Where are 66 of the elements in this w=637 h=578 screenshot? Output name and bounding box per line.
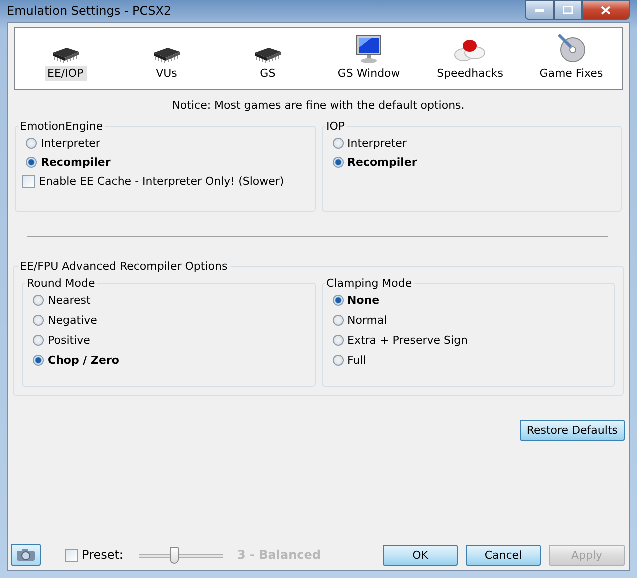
radio-icon[interactable] <box>33 315 44 326</box>
pills-icon <box>453 38 488 64</box>
radio-icon[interactable] <box>33 355 44 366</box>
screenshot-button[interactable] <box>11 544 41 566</box>
minimize-icon <box>535 8 544 12</box>
option-label: Interpreter <box>41 137 100 150</box>
option-label: Positive <box>48 334 90 347</box>
dialog-button[interactable]: OK <box>383 544 458 566</box>
disc-icon <box>555 32 588 64</box>
preset-reading: 3 - Balanced <box>237 548 321 562</box>
radio-icon[interactable] <box>26 138 37 149</box>
radio-option[interactable]: None <box>328 294 608 307</box>
radio-option[interactable]: Extra + Preserve Sign <box>328 334 608 347</box>
settings-tab[interactable]: GS Window <box>318 28 420 89</box>
settings-tab[interactable]: VUs <box>116 28 218 89</box>
radio-icon[interactable] <box>33 335 44 346</box>
radio-icon[interactable] <box>332 355 344 366</box>
settings-tab[interactable]: Speedhacks <box>420 28 521 89</box>
radio-option[interactable]: Chop / Zero <box>29 354 308 367</box>
preset-label: Preset: <box>82 548 124 562</box>
radio-icon[interactable] <box>26 157 37 168</box>
maximize-icon <box>563 6 573 14</box>
radio-icon[interactable] <box>332 295 344 306</box>
option-label: Extra + Preserve Sign <box>348 334 468 347</box>
radio-option[interactable]: Nearest <box>29 294 308 307</box>
option-label: Normal <box>348 314 388 327</box>
radio-option[interactable]: Full <box>328 354 608 367</box>
monitor-icon <box>354 34 384 64</box>
maximize-button[interactable] <box>554 0 582 20</box>
option-label: Recompiler <box>41 156 111 169</box>
group-title: IOP <box>326 120 346 133</box>
option-label: Full <box>348 354 366 367</box>
option-label: Interpreter <box>348 137 407 150</box>
radio-icon[interactable] <box>332 157 344 168</box>
option-label: None <box>348 294 380 307</box>
radio-option[interactable]: Interpreter <box>22 137 308 150</box>
radio-option[interactable]: Recompiler <box>328 156 615 169</box>
group-title: Clamping Mode <box>326 277 414 290</box>
radio-option[interactable]: Interpreter <box>328 137 615 150</box>
option-label: Negative <box>48 314 98 327</box>
restore-defaults-button[interactable]: Restore Defaults <box>520 420 625 441</box>
option-label: Nearest <box>48 294 91 307</box>
radio-icon[interactable] <box>332 315 344 326</box>
settings-tab[interactable]: EE/IOP <box>15 28 116 89</box>
radio-option[interactable]: Recompiler <box>22 156 308 169</box>
camera-icon <box>16 548 36 562</box>
dialog-button[interactable]: Cancel <box>466 544 541 566</box>
radio-icon[interactable] <box>332 335 344 346</box>
window-title: Emulation Settings - PCSX2 <box>7 4 172 18</box>
option-label: Chop / Zero <box>48 354 120 367</box>
radio-icon[interactable] <box>33 295 44 306</box>
settings-tab[interactable]: Game Fixes <box>520 28 622 89</box>
notice-text: Notice: Most games are fine with the default options. <box>171 99 466 112</box>
settings-tab[interactable]: GS <box>217 28 319 89</box>
close-icon <box>601 6 611 14</box>
minimize-button[interactable] <box>525 0 554 20</box>
option-label: Recompiler <box>348 156 418 169</box>
group-title: EmotionEngine <box>19 120 104 133</box>
group-title: EE/FPU Advanced Recompiler Options <box>19 260 229 273</box>
radio-option[interactable]: Normal <box>328 314 608 327</box>
checkbox[interactable] <box>22 175 35 188</box>
radio-option[interactable]: Positive <box>29 334 308 347</box>
close-button[interactable] <box>582 0 630 20</box>
group-title: Round Mode <box>26 277 96 290</box>
radio-option[interactable]: Negative <box>29 314 308 327</box>
radio-icon[interactable] <box>332 138 344 149</box>
